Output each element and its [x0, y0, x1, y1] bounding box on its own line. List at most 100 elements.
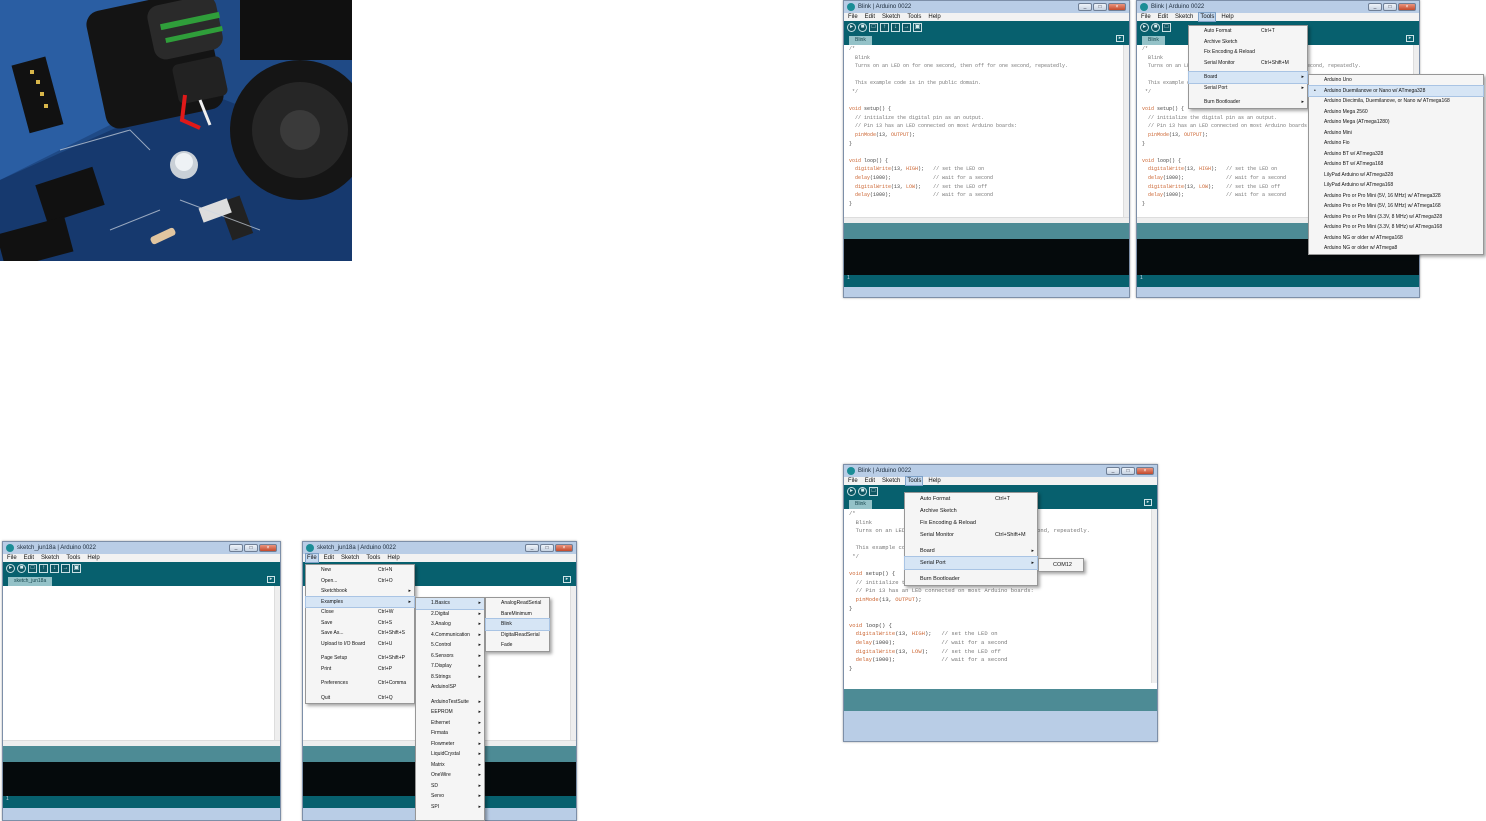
menu-tools[interactable]: Tools: [906, 13, 922, 21]
tab-sketch[interactable]: sketch_jun18a: [8, 577, 53, 586]
close-button[interactable]: ×: [1108, 3, 1126, 11]
save-icon[interactable]: ↓: [891, 22, 900, 32]
board-item[interactable]: Arduino Pro or Pro Mini (3.3V, 8 MHz) w/…: [1309, 222, 1483, 233]
tools-item-fix-encoding[interactable]: Fix Encoding & Reload: [1189, 47, 1307, 58]
board-item[interactable]: Arduino NG or older w/ ATmega8: [1309, 243, 1483, 254]
tab-blink[interactable]: Blink: [849, 36, 872, 45]
board-item[interactable]: Arduino Pro or Pro Mini (5V, 16 MHz) w/ …: [1309, 191, 1483, 202]
tools-item-board[interactable]: Board: [1188, 71, 1308, 84]
examples-item-analog[interactable]: 3.Analog: [416, 619, 484, 630]
new-icon[interactable]: □: [28, 563, 37, 573]
basics-item-bareminimum[interactable]: BareMinimum: [486, 609, 549, 620]
maximize-button[interactable]: □: [1383, 3, 1397, 11]
examples-item-ethernet[interactable]: Ethernet: [416, 718, 484, 729]
title-bar[interactable]: Blink | Arduino 0022 _ □ ×: [1137, 1, 1419, 13]
examples-item-digital[interactable]: 2.Digital: [416, 609, 484, 620]
examples-item-eeprom[interactable]: EEPROM: [416, 707, 484, 718]
vertical-scrollbar[interactable]: [1151, 509, 1157, 683]
menu-item-preferences[interactable]: Preferences Ctrl+Comma: [306, 678, 414, 689]
examples-item-matrix[interactable]: Matrix: [416, 760, 484, 771]
stop-icon[interactable]: ■: [17, 563, 26, 573]
menu-sketch[interactable]: Sketch: [340, 554, 360, 562]
verify-icon[interactable]: ▸: [847, 486, 856, 496]
examples-item-onewire[interactable]: OneWire: [416, 770, 484, 781]
menu-item-sketchbook[interactable]: Sketchbook: [306, 586, 414, 597]
menu-file[interactable]: File: [1140, 13, 1152, 21]
board-item[interactable]: Arduino Mega (ATmega1280): [1309, 117, 1483, 128]
maximize-button[interactable]: □: [1121, 467, 1135, 475]
tools-item-burn-bootloader[interactable]: Burn Bootloader: [1189, 97, 1307, 108]
vertical-scrollbar[interactable]: [274, 586, 280, 740]
menu-file[interactable]: File: [6, 554, 18, 562]
title-bar[interactable]: Blink | Arduino 0022 _ □ ×: [844, 1, 1129, 13]
verify-icon[interactable]: ▸: [847, 22, 856, 32]
close-button[interactable]: ×: [1398, 3, 1416, 11]
tools-item-auto-format[interactable]: Auto Format Ctrl+T: [905, 493, 1037, 505]
vertical-scrollbar[interactable]: [570, 586, 576, 740]
menu-sketch[interactable]: Sketch: [881, 13, 901, 21]
code-editor[interactable]: /* Blink Turns on an LED on for one seco…: [844, 45, 1129, 223]
menu-tools[interactable]: Tools: [1198, 12, 1217, 22]
tools-item-serial-port[interactable]: Serial Port: [1189, 83, 1307, 94]
menu-edit[interactable]: Edit: [864, 477, 876, 485]
stop-icon[interactable]: ■: [858, 22, 867, 32]
menu-help[interactable]: Help: [86, 554, 100, 562]
basics-item-fade[interactable]: Fade: [486, 640, 549, 651]
board-item[interactable]: Arduino Diecimila, Duemilanove, or Nano …: [1309, 96, 1483, 107]
save-icon[interactable]: ↓: [50, 563, 59, 573]
maximize-button[interactable]: □: [540, 544, 554, 552]
menu-item-examples[interactable]: Examples: [305, 595, 415, 608]
tab-blink[interactable]: Blink: [849, 500, 872, 509]
examples-item-communication[interactable]: 4.Communication: [416, 630, 484, 641]
close-button[interactable]: ×: [1136, 467, 1154, 475]
examples-item-display[interactable]: 7.Display: [416, 661, 484, 672]
upload-icon[interactable]: →: [902, 22, 911, 32]
tools-item-archive-sketch[interactable]: Archive Sketch: [905, 505, 1037, 517]
menu-help[interactable]: Help: [1220, 13, 1234, 21]
maximize-button[interactable]: □: [1093, 3, 1107, 11]
verify-icon[interactable]: ▸: [1140, 22, 1149, 32]
title-bar[interactable]: sketch_jun18a | Arduino 0022 _ □ ×: [303, 542, 576, 554]
board-item[interactable]: Arduino Fio: [1309, 138, 1483, 149]
vertical-scrollbar[interactable]: [1123, 45, 1129, 217]
board-item[interactable]: Arduino Mega 2560: [1309, 107, 1483, 118]
menu-help[interactable]: Help: [386, 554, 400, 562]
menu-file[interactable]: File: [847, 13, 859, 21]
menu-item-open[interactable]: Open... Ctrl+O: [306, 576, 414, 587]
examples-item-flowmeter[interactable]: Flowmeter: [416, 739, 484, 750]
tools-item-serial-port[interactable]: Serial Port: [904, 556, 1038, 570]
tab-menu-arrow-icon[interactable]: ▸: [267, 576, 275, 583]
examples-item-sd[interactable]: SD: [416, 781, 484, 792]
menu-item-upload[interactable]: Upload to I/O Board Ctrl+U: [306, 639, 414, 650]
maximize-button[interactable]: □: [244, 544, 258, 552]
menu-tools[interactable]: Tools: [365, 554, 381, 562]
menu-sketch[interactable]: Sketch: [1174, 13, 1194, 21]
board-item[interactable]: Arduino BT w/ ATmega168: [1309, 159, 1483, 170]
verify-icon[interactable]: ▸: [6, 563, 15, 573]
minimize-button[interactable]: _: [1106, 467, 1120, 475]
examples-item-testsuite[interactable]: ArduinoTestSuite: [416, 697, 484, 708]
tab-menu-arrow-icon[interactable]: ▸: [563, 576, 571, 583]
basics-item-digitalreadserial[interactable]: DigitalReadSerial: [486, 630, 549, 641]
menu-sketch[interactable]: Sketch: [40, 554, 60, 562]
menu-sketch[interactable]: Sketch: [881, 477, 901, 485]
menu-item-close[interactable]: Close Ctrl+W: [306, 607, 414, 618]
open-icon[interactable]: ↑: [39, 563, 48, 573]
upload-icon[interactable]: →: [61, 563, 70, 573]
menu-edit[interactable]: Edit: [1157, 13, 1169, 21]
basics-item-blink[interactable]: Blink: [485, 618, 550, 631]
serial-port-item-com12[interactable]: COM12: [1039, 559, 1083, 571]
menu-item-quit[interactable]: Quit Ctrl+Q: [306, 693, 414, 704]
horizontal-scrollbar[interactable]: [3, 740, 280, 746]
menu-edit[interactable]: Edit: [864, 13, 876, 21]
examples-item-servo[interactable]: Servo: [416, 791, 484, 802]
menu-tools[interactable]: Tools: [65, 554, 81, 562]
board-item[interactable]: Arduino Uno: [1309, 75, 1483, 86]
tab-menu-arrow-icon[interactable]: ▸: [1406, 35, 1414, 42]
menu-item-save[interactable]: Save Ctrl+S: [306, 618, 414, 629]
examples-item-firmata[interactable]: Firmata: [416, 728, 484, 739]
examples-item-control[interactable]: 5.Control: [416, 640, 484, 651]
tools-item-burn-bootloader[interactable]: Burn Bootloader: [905, 573, 1037, 585]
examples-item-liquidcrystal[interactable]: LiquidCrystal: [416, 749, 484, 760]
tools-item-serial-monitor[interactable]: Serial Monitor Ctrl+Shift+M: [1189, 58, 1307, 69]
